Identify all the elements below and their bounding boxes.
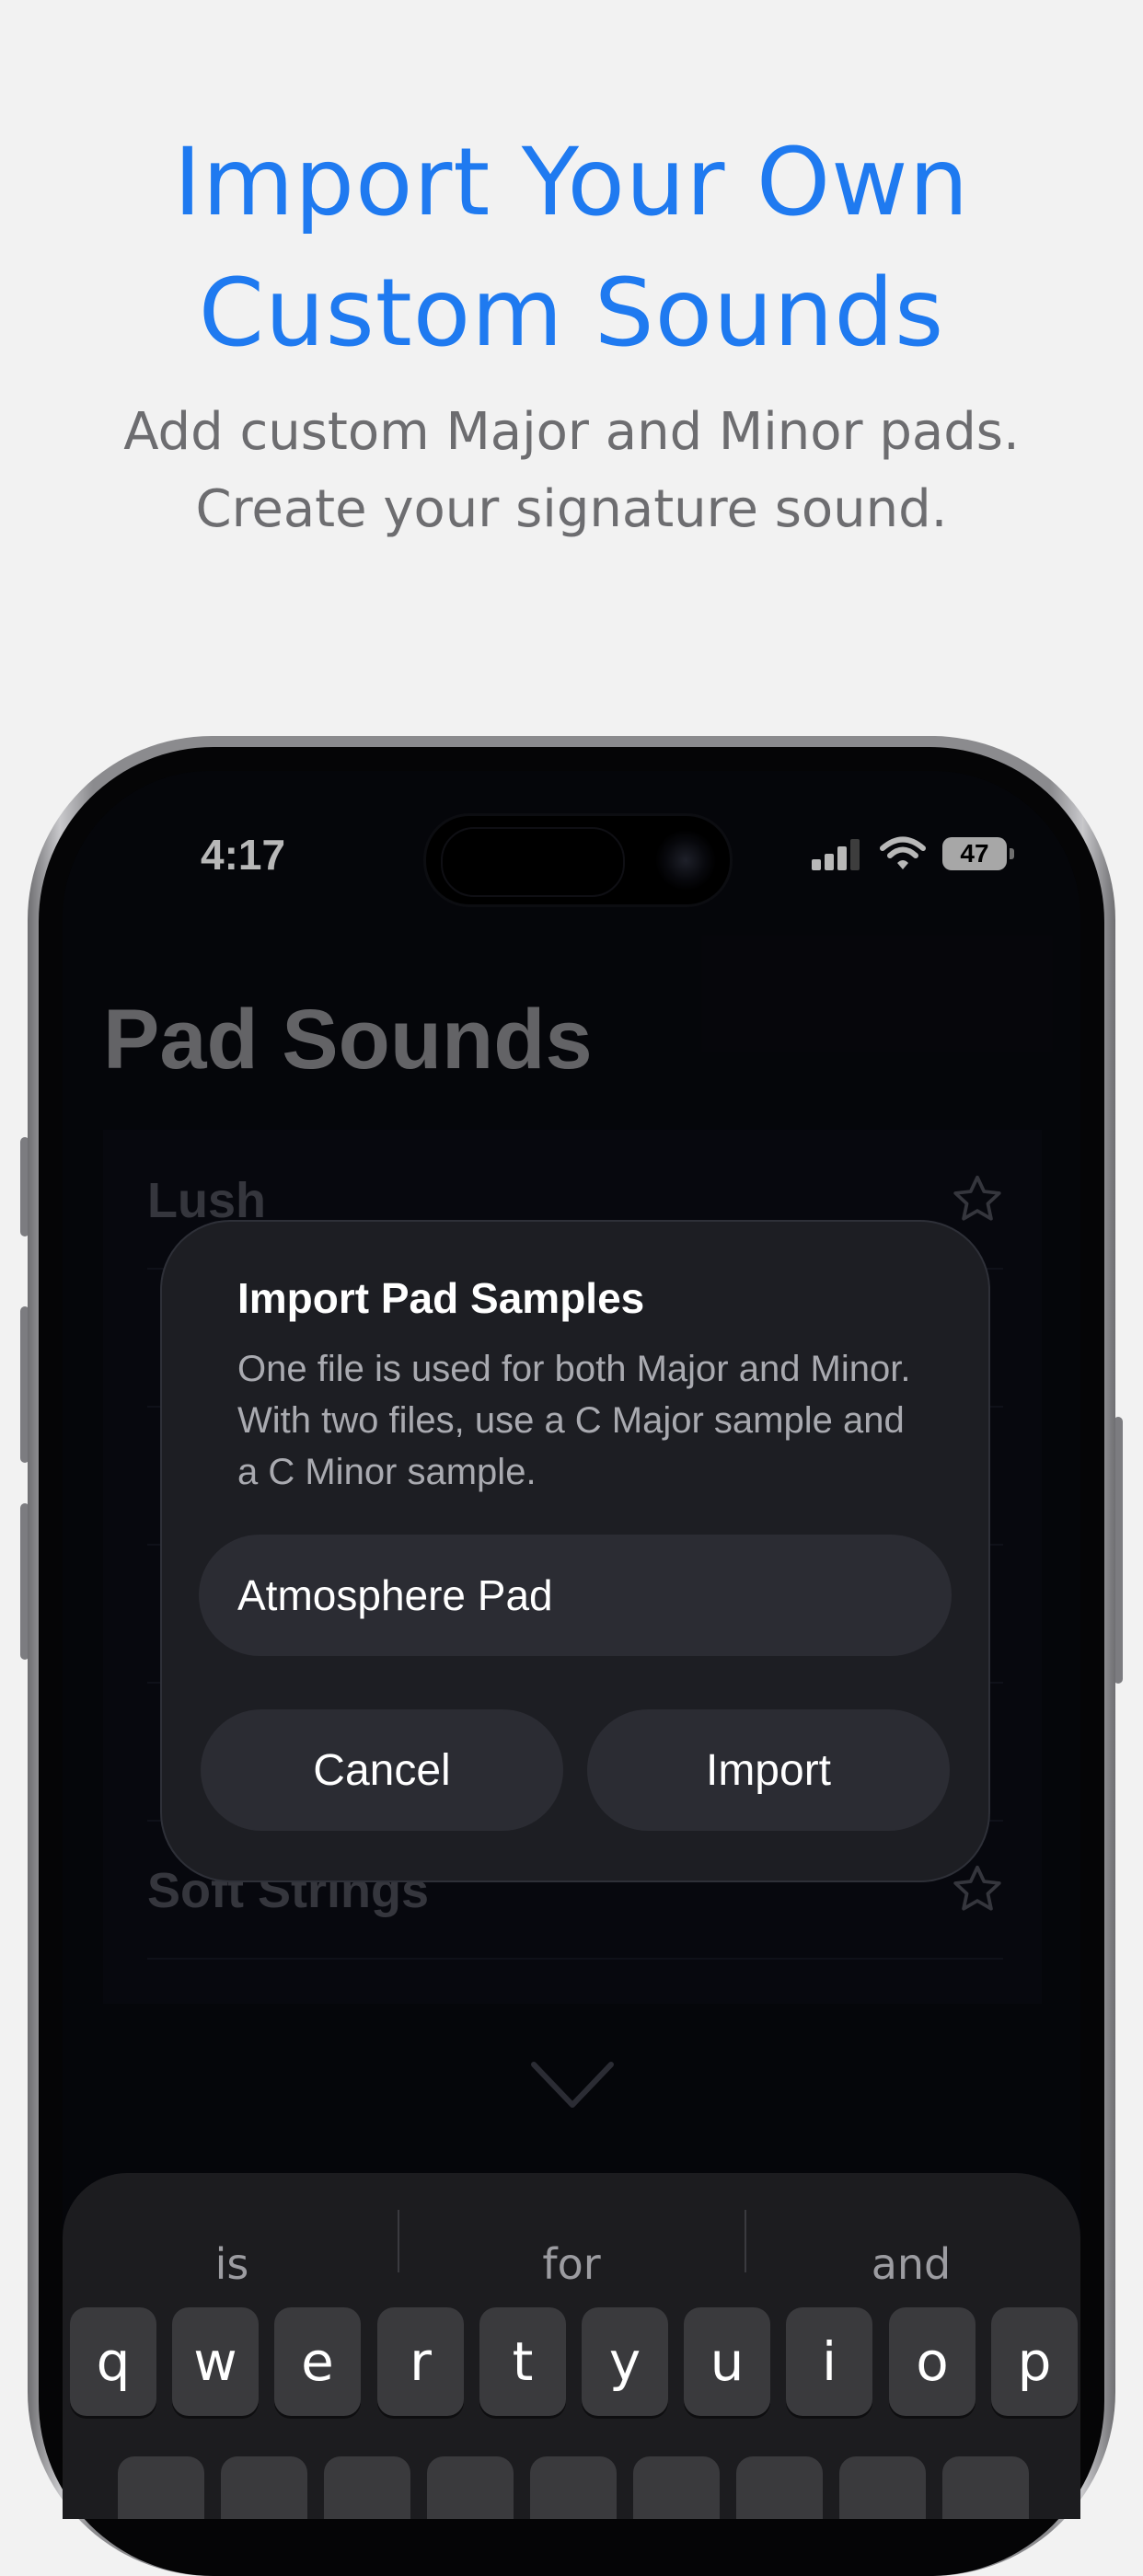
key-i[interactable]: i	[786, 2307, 872, 2416]
key-row2[interactable]	[221, 2456, 307, 2519]
import-button[interactable]: Import	[587, 1709, 950, 1831]
promo-headline-line1: Import Your Own	[173, 128, 970, 237]
phone-screen: 4:17 47 Pad Sounds Lush Soft Strings Imp…	[63, 771, 1080, 2519]
import-dialog: Import Pad Samples One file is used for …	[160, 1220, 990, 1882]
key-u[interactable]: u	[684, 2307, 770, 2416]
promo-subtitle: Add custom Major and Minor pads. Create …	[0, 394, 1143, 548]
pad-name-input[interactable]: Atmosphere Pad	[199, 1535, 952, 1656]
key-w[interactable]: w	[172, 2307, 259, 2416]
keyboard-suggestion[interactable]: is	[63, 2239, 401, 2289]
cancel-button[interactable]: Cancel	[201, 1709, 563, 1831]
keyboard: is for and q w e r t y u i o p	[63, 2173, 1080, 2519]
key-p[interactable]: p	[991, 2307, 1078, 2416]
promo-headline-line2: Custom Sounds	[198, 259, 945, 368]
dialog-message: One file is used for both Major and Mino…	[237, 1349, 911, 1492]
suggestion-divider	[398, 2210, 399, 2272]
promo-headline: Import Your Own Custom Sounds	[0, 118, 1143, 379]
key-r[interactable]: r	[377, 2307, 464, 2416]
dialog-title: Import Pad Samples	[237, 1274, 645, 1322]
key-row2[interactable]	[942, 2456, 1029, 2519]
keyboard-suggestion[interactable]: and	[742, 2239, 1080, 2289]
key-o[interactable]: o	[889, 2307, 976, 2416]
key-row2[interactable]	[118, 2456, 204, 2519]
key-row2[interactable]	[427, 2456, 514, 2519]
key-row2[interactable]	[633, 2456, 720, 2519]
key-y[interactable]: y	[582, 2307, 668, 2416]
key-row2[interactable]	[736, 2456, 823, 2519]
promo-subtitle-line2: Create your signature sound.	[195, 479, 948, 539]
key-q[interactable]: q	[70, 2307, 156, 2416]
key-row2[interactable]	[324, 2456, 410, 2519]
promo-subtitle-line1: Add custom Major and Minor pads.	[123, 402, 1020, 462]
key-e[interactable]: e	[274, 2307, 361, 2416]
keyboard-suggestion[interactable]: for	[402, 2239, 741, 2289]
key-row2[interactable]	[530, 2456, 617, 2519]
key-t[interactable]: t	[479, 2307, 566, 2416]
key-row2[interactable]	[839, 2456, 926, 2519]
